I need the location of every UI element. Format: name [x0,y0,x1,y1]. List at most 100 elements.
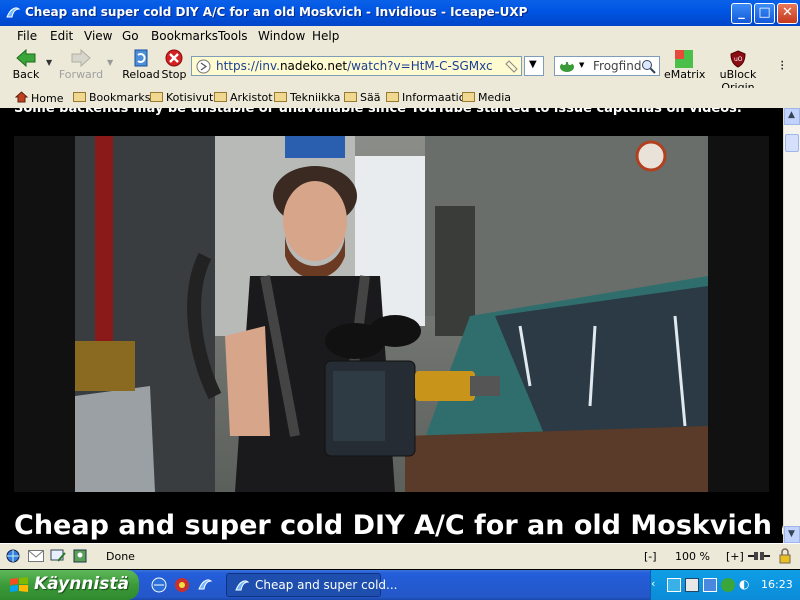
backend-notice: Some backends may be unstable or unavail… [14,108,742,116]
reload-icon [134,49,148,67]
online-plug-icon[interactable] [748,550,770,562]
forward-arrow-icon [71,48,91,68]
search-icon[interactable] [641,59,656,74]
menu-window[interactable]: Window [258,29,305,43]
folder-icon [344,92,357,102]
svg-text:uO: uO [734,56,743,63]
stop-icon [165,49,183,67]
bookmark-tag-icon[interactable] [505,60,518,73]
tray-disk-icon[interactable] [685,578,699,592]
folder-icon [73,92,86,102]
globe-icon[interactable] [6,549,20,563]
tray-clock[interactable]: 16:23 [761,578,793,591]
forward-label: Forward [58,68,104,81]
bookmark-folder-tekniikka[interactable]: Tekniikka [274,91,340,104]
video-player[interactable] [75,136,708,492]
ematrix-label: eMatrix [664,68,706,81]
site-identity-icon[interactable] [196,59,211,74]
reload-button[interactable]: Reload [122,48,160,81]
taskbar: Käynnistä Cheap and super cold... ‹ ◐ 16… [0,570,800,600]
start-button[interactable]: Käynnistä [0,570,139,600]
menu-bar: File Edit View Go Bookmarks Tools Window… [0,26,800,46]
back-arrow-icon [16,48,36,68]
reload-label: Reload [122,68,160,81]
frogfind-icon[interactable] [559,59,575,73]
url-dropdown-icon: ▼ [529,59,537,70]
tray-update-icon[interactable] [721,578,735,592]
address-book-icon[interactable] [72,549,88,563]
mail-icon[interactable] [28,550,44,562]
ematrix-button[interactable]: eMatrix [664,50,706,81]
url-text[interactable]: https://inv.nadeko.net/watch?v=HtM-C-SGM… [216,59,493,73]
folder-icon [386,92,399,102]
tray-network-icon[interactable] [667,578,681,592]
composer-icon[interactable] [50,549,66,563]
maximize-button[interactable]: □ [754,3,775,24]
bookmark-folder-bookmarks[interactable]: Bookmarks [73,91,150,104]
taskbar-window-label: Cheap and super cold... [255,578,398,592]
back-dropdown-icon[interactable]: ▼ [46,58,52,67]
system-tray: ‹ ◐ 16:23 [650,570,800,600]
folder-icon [274,92,287,102]
tray-volume-icon[interactable]: ◐ [739,577,749,591]
search-box[interactable]: ▼ Frogfind [554,56,660,76]
iceape-icon [235,580,250,591]
back-label: Back [12,68,40,81]
bookmark-folder-informaatio[interactable]: Informaatio [386,91,465,104]
forward-dropdown-icon[interactable]: ▼ [107,58,113,67]
stop-button[interactable]: Stop [161,48,187,81]
stop-label: Stop [161,68,187,81]
menu-file[interactable]: File [17,29,37,43]
iceape-icon [6,7,21,18]
vertical-scrollbar[interactable]: ▲ ▼ [783,108,800,543]
bookmark-home[interactable]: Home [14,91,63,105]
quicklaunch-app-icon[interactable] [174,577,190,593]
lock-icon[interactable] [778,548,792,564]
bookmark-folder-media[interactable]: Media [462,91,511,104]
url-dropdown-button[interactable]: ▼ [524,56,544,76]
start-label: Käynnistä [34,574,129,594]
search-engine-label: Frogfind [593,59,642,73]
minimize-button[interactable]: _ [731,3,752,24]
url-bar[interactable]: https://inv.nadeko.net/watch?v=HtM-C-SGM… [191,56,522,76]
forward-button[interactable]: Forward [58,48,104,81]
toolbar-menu-icon[interactable]: ⁝ [780,58,784,74]
menu-edit[interactable]: Edit [50,29,73,43]
windows-logo-icon [10,577,28,592]
engine-dropdown-icon[interactable]: ▼ [579,61,584,69]
page-content: Some backends may be unstable or unavail… [0,108,783,543]
bookmark-folder-saa[interactable]: Sää [344,91,380,104]
bookmark-folder-kotisivut[interactable]: Kotisivut [150,91,213,104]
quicklaunch-iceape-icon[interactable] [197,577,213,593]
taskbar-window-item[interactable]: Cheap and super cold... [226,573,397,597]
menu-view[interactable]: View [84,29,112,43]
bookmark-folder-arkistot[interactable]: Arkistot [214,91,273,104]
tray-expand-icon[interactable]: ‹ [651,577,655,590]
zoom-out-button[interactable]: [-] [644,550,657,563]
zoom-level: 100 % [675,550,710,563]
zoom-in-button[interactable]: [+] [726,550,744,563]
ematrix-icon [675,50,693,68]
video-title: Cheap and super cold DIY A/C for an old … [14,510,783,541]
menu-help[interactable]: Help [312,29,339,43]
video-frame-image [75,136,708,492]
folder-icon [150,92,163,102]
menu-go[interactable]: Go [122,29,139,43]
tray-display-icon[interactable] [703,578,717,592]
close-button[interactable]: ✕ [777,3,798,24]
status-bar: Done [-] 100 % [+] [0,543,800,569]
menu-tools[interactable]: Tools [218,29,248,43]
folder-icon [214,92,227,102]
scroll-up-button[interactable]: ▲ [784,108,800,125]
back-button[interactable]: Back [8,48,44,81]
scroll-thumb[interactable] [785,134,799,152]
quicklaunch-browser-icon[interactable] [151,577,167,593]
window-title: Cheap and super cold DIY A/C for an old … [25,5,528,19]
home-icon [14,91,29,103]
ublock-shield-icon: uO [730,50,746,68]
folder-icon [462,92,475,102]
bookmarks-toolbar: Home Bookmarks Kotisivut Arkistot Teknii… [0,88,800,108]
menu-bookmarks[interactable]: Bookmarks [151,29,218,43]
scroll-down-button[interactable]: ▼ [784,526,800,543]
status-text: Done [106,550,135,563]
